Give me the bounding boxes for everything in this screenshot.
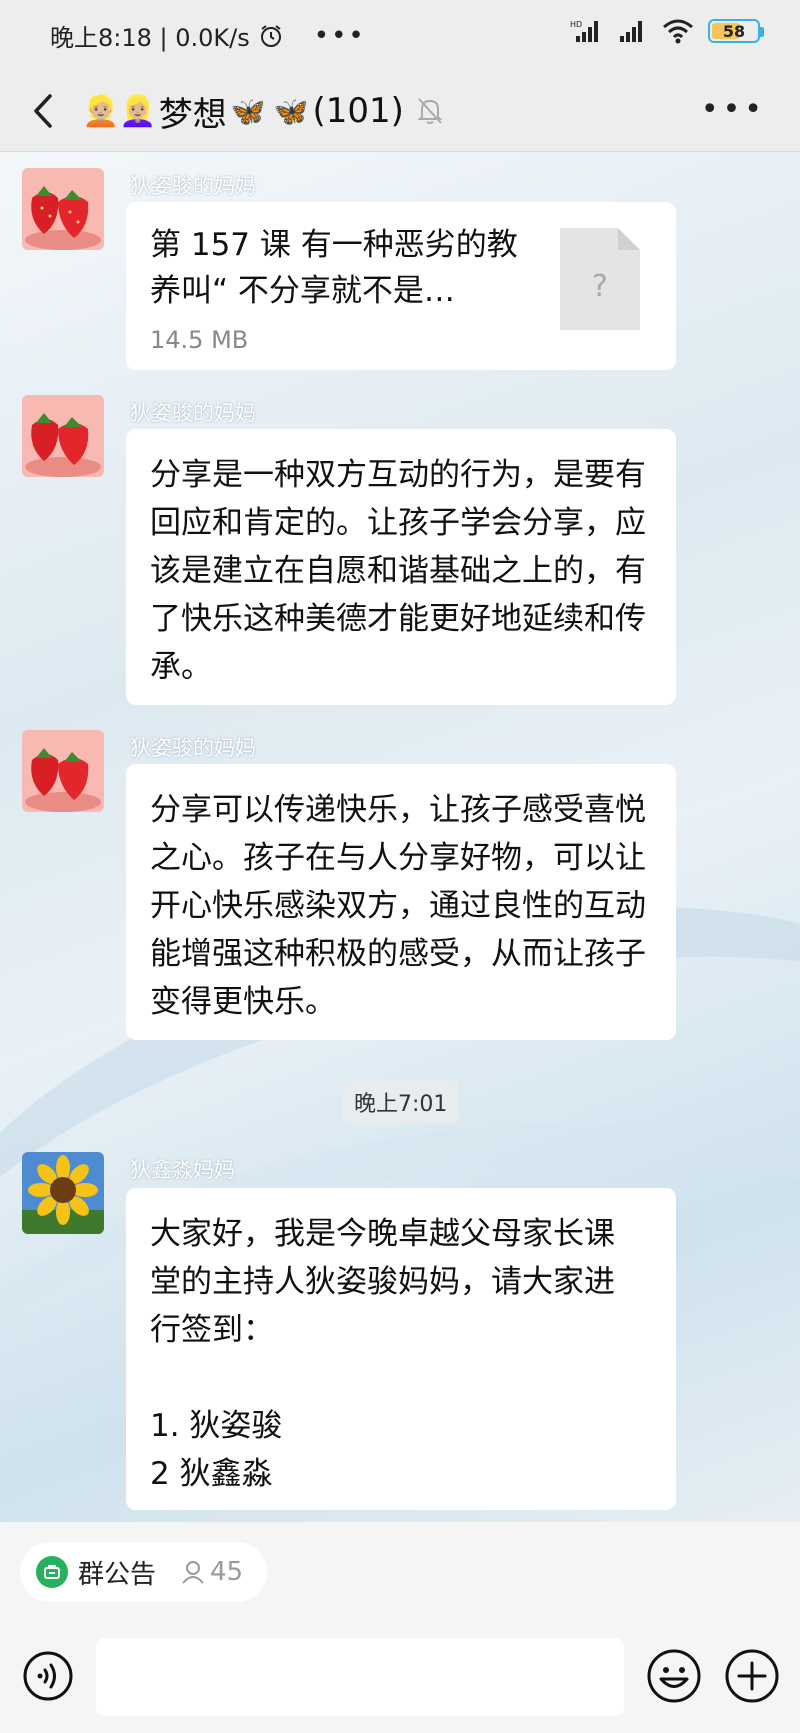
sunflower-avatar-icon	[22, 1152, 104, 1234]
network-label: HD	[570, 20, 582, 29]
more-actions-button[interactable]	[724, 1648, 780, 1704]
chat-area[interactable]: 狄姿骏的妈妈 第 157 课 有一种恶劣的教养叫“ 不分享就不是… 14.5 M…	[0, 152, 800, 1522]
message-line	[150, 1354, 652, 1402]
avatar[interactable]	[22, 1152, 104, 1234]
emoji-button[interactable]	[646, 1648, 702, 1704]
svg-text:?: ?	[592, 269, 608, 304]
sender-name: 狄姿骏的妈妈	[130, 736, 256, 760]
avatar[interactable]	[22, 395, 104, 477]
strawberry-avatar-icon	[22, 168, 104, 250]
message-item: 狄鑫淼妈妈 大家好，我是今晚卓越父母家长课 堂的主持人狄姿骏妈妈，请大家进 行签…	[22, 1152, 782, 1522]
message-line: 行签到：	[150, 1312, 274, 1348]
group-name: 梦想	[158, 94, 227, 135]
strawberry-avatar-icon	[22, 730, 104, 812]
notice-label: 群公告	[78, 1559, 157, 1590]
more-options-button[interactable]: •••	[701, 95, 766, 125]
butterfly-icon: 🦋	[230, 94, 266, 128]
text-message[interactable]: 分享可以传递快乐，让孩子感受喜悦之心。孩子在与人分享好物，可以让开心快乐感染双方…	[126, 764, 676, 1040]
group-notice-button[interactable]: 群公告 45	[20, 1542, 268, 1602]
timestamp-divider: 晚上7:01	[342, 1080, 460, 1124]
text-message[interactable]: 大家好，我是今晚卓越父母家长课 堂的主持人狄姿骏妈妈，请大家进 行签到： 1. …	[126, 1188, 676, 1510]
cellular-signal-icon: HD	[570, 20, 598, 42]
message-item: 狄姿骏的妈妈 分享是一种双方互动的行为，是要有回应和肯定的。让孩子学会分享，应该…	[22, 395, 782, 705]
status-bar: 晚上8:18 | 0.0K/s ••• HD 58	[0, 0, 800, 70]
file-message[interactable]: 第 157 课 有一种恶劣的教养叫“ 不分享就不是… 14.5 MB ?	[126, 202, 676, 370]
avatar[interactable]	[22, 168, 104, 250]
message-line: 1. 狄姿骏	[150, 1408, 283, 1444]
message-line: 2 狄鑫淼	[150, 1456, 273, 1492]
notice-member-count: 45	[210, 1557, 244, 1587]
text-message[interactable]: 分享是一种双方互动的行为，是要有回应和肯定的。让孩子学会分享，应该是建立在自愿和…	[126, 429, 676, 705]
message-item: 狄姿骏的妈妈 第 157 课 有一种恶劣的教养叫“ 不分享就不是… 14.5 M…	[22, 168, 782, 370]
message-item: 狄姿骏的妈妈 分享可以传递快乐，让孩子感受喜悦之心。孩子在与人分享好物，可以让开…	[22, 730, 782, 1040]
notice-bar: 群公告 45	[0, 1522, 800, 1624]
cellular-signal-2-icon	[620, 21, 642, 42]
more-status-icon: •••	[313, 20, 366, 51]
voice-input-button[interactable]	[22, 1650, 74, 1702]
mute-bell-icon	[417, 98, 443, 124]
message-line: 堂的主持人狄姿骏妈妈，请大家进	[150, 1264, 615, 1300]
sender-name: 狄姿骏的妈妈	[130, 174, 256, 198]
status-time: 晚上8:18 | 0.0K/s	[50, 24, 250, 52]
message-line: 大家好，我是今晚卓越父母家长课	[150, 1216, 615, 1252]
unknown-file-icon: ?	[560, 228, 640, 330]
back-button[interactable]	[24, 88, 64, 134]
alarm-icon	[260, 24, 281, 47]
chat-header: 👱🏼👱🏼‍♀️ 梦想 🦋 🦋 (101) •••	[0, 70, 800, 152]
sender-name: 狄鑫淼妈妈	[130, 1158, 235, 1182]
avatar[interactable]	[22, 730, 104, 812]
wifi-icon	[663, 19, 693, 44]
message-input[interactable]	[96, 1638, 624, 1716]
battery-indicator: 58	[708, 19, 764, 43]
strawberry-avatar-icon	[22, 395, 104, 477]
sender-name: 狄姿骏的妈妈	[130, 401, 256, 425]
member-count: (101)	[312, 91, 404, 131]
member-icon	[182, 1561, 204, 1584]
file-name: 第 157 课 有一种恶劣的教养叫“ 不分享就不是…	[150, 227, 518, 309]
battery-level: 58	[722, 21, 746, 41]
butterfly-icon: 🦋	[273, 94, 309, 128]
notice-icon	[36, 1556, 68, 1588]
chat-title: 👱🏼👱🏼‍♀️ 梦想 🦋 🦋 (101)	[82, 86, 444, 136]
input-bar	[0, 1624, 800, 1733]
title-emojis: 👱🏼👱🏼‍♀️	[82, 93, 157, 129]
